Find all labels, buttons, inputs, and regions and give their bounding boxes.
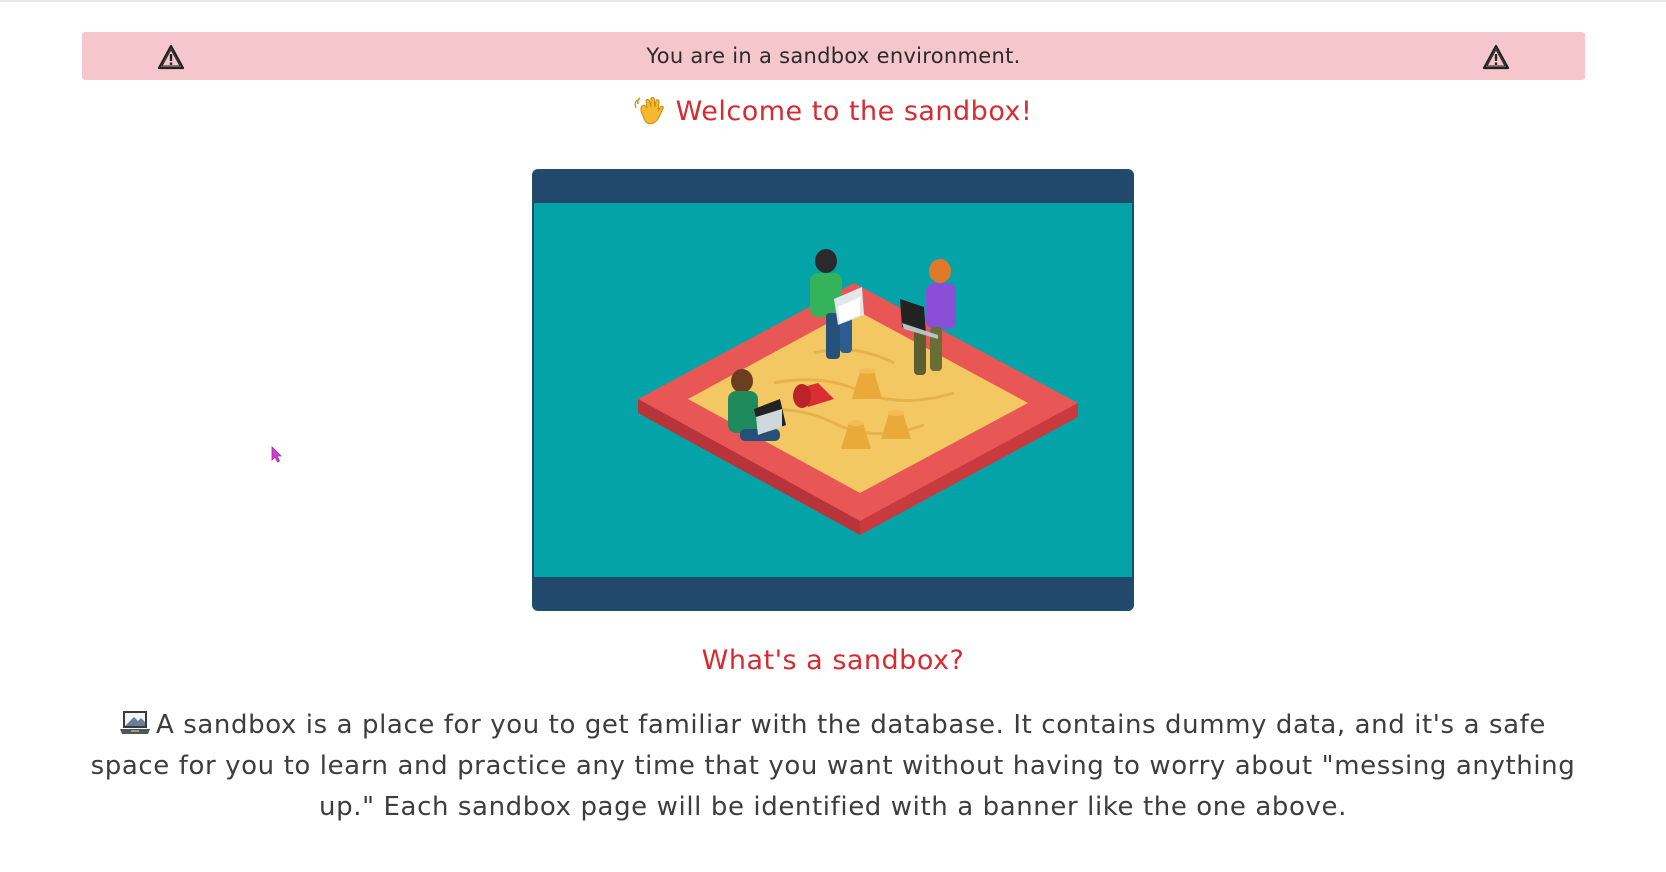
waving-hand-icon	[634, 97, 664, 125]
welcome-heading: Welcome to the sandbox!	[0, 94, 1666, 128]
sandbox-illustration	[532, 169, 1134, 611]
top-divider	[0, 0, 1666, 2]
welcome-text: Welcome to the sandbox!	[675, 95, 1033, 127]
illustration-bottom-bar	[534, 577, 1132, 609]
laptop-icon	[119, 711, 150, 734]
banner-text: You are in a sandbox environment.	[646, 44, 1021, 68]
sandbox-scene	[638, 249, 1078, 535]
illustration-top-bar	[534, 171, 1132, 203]
sandbox-banner: You are in a sandbox environment.	[82, 32, 1585, 80]
section-heading: What's a sandbox?	[701, 645, 965, 676]
mouse-cursor-icon	[271, 446, 282, 463]
warning-triangle-icon	[1482, 44, 1510, 70]
section-body: A sandbox is a place for you to get fami…	[90, 705, 1576, 828]
section-body-text: A sandbox is a place for you to get fami…	[90, 710, 1576, 822]
warning-triangle-icon	[157, 44, 185, 70]
